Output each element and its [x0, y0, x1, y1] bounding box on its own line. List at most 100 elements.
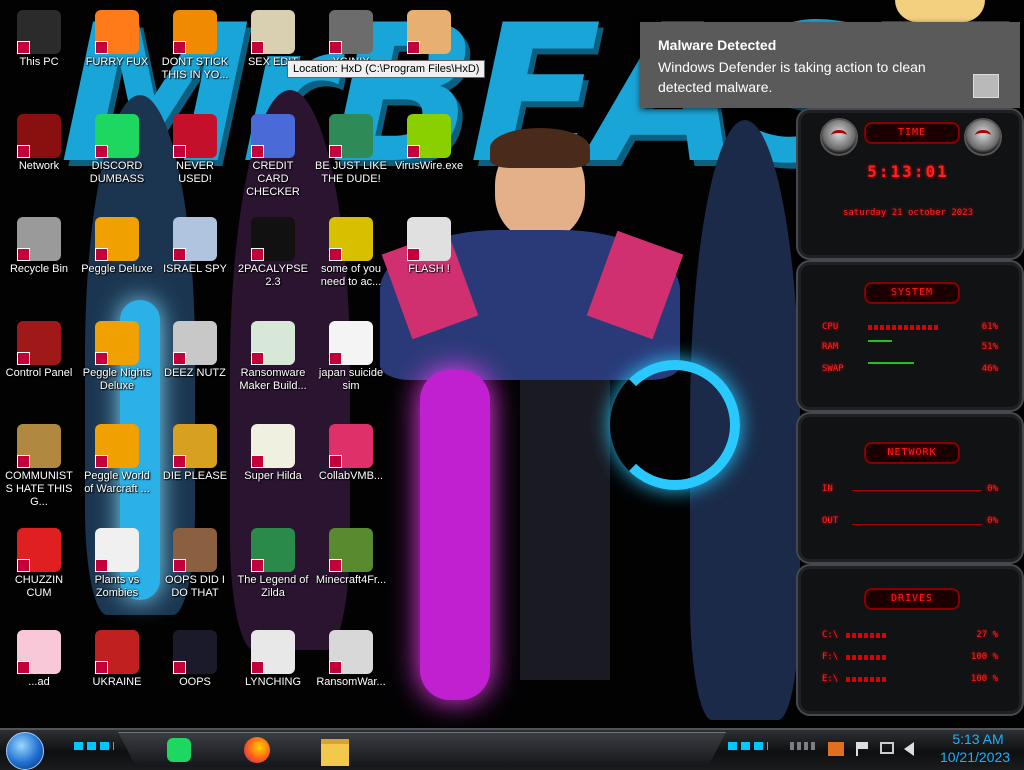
- desktop-icon[interactable]: NEVER USED!: [156, 110, 234, 206]
- desktop-icon-label: ...ad: [28, 676, 50, 688]
- desktop-icon[interactable]: DONT STICK THIS IN YO...: [156, 6, 234, 102]
- desktop-icon[interactable]: The Legend of Zilda: [234, 524, 312, 620]
- gadget-row-label: E:\: [822, 674, 839, 684]
- desktop-icon-label: CREDIT CARD CHECKER: [246, 160, 300, 198]
- taskbar-spotify-icon[interactable]: [162, 733, 196, 767]
- taskbar-firefox-icon[interactable]: [240, 733, 274, 767]
- volume-icon[interactable]: [904, 742, 914, 756]
- malware-notification[interactable]: Malware Detected Windows Defender is tak…: [640, 22, 1020, 108]
- flag-icon[interactable]: [856, 742, 868, 756]
- shortcut-badge-icon: [17, 559, 30, 572]
- desktop-icon-label: FLASH !: [408, 263, 450, 275]
- system-gadget[interactable]: SYSTEM CPU 61% RAM 51% SWAP 46%: [796, 260, 1024, 412]
- firefox-icon: [244, 737, 270, 763]
- desktop-icon[interactable]: Super Hilda: [234, 420, 312, 516]
- avast-icon[interactable]: [828, 742, 844, 756]
- desktop-icon-label: NEVER USED!: [176, 160, 214, 185]
- wallpaper-cartoon-corner: [895, 0, 985, 22]
- desktop-icon[interactable]: Peggle Deluxe: [78, 213, 156, 309]
- show-hidden-icon[interactable]: [790, 742, 816, 750]
- gadget-row-drive-f: F:\ 100 %: [822, 652, 998, 664]
- network-gadget-header: NETWORK: [864, 442, 960, 464]
- drives-gadget[interactable]: DRIVES C:\ 27 % F:\ 100 % E:\ 100 %: [796, 564, 1024, 716]
- desktop-icon[interactable]: ISRAEL SPY: [156, 213, 234, 309]
- taskbar-decoration: [728, 742, 768, 750]
- system-gadget-header: SYSTEM: [864, 282, 960, 304]
- icon-tooltip: Location: HxD (C:\Program Files\HxD): [287, 60, 486, 78]
- desktop-icon[interactable]: 2PACALYPSE 2.3: [234, 213, 312, 309]
- desktop-icon[interactable]: VirusWire.exe: [390, 110, 468, 206]
- desktop-icon[interactable]: XGINIX: [312, 6, 390, 102]
- desktop-icon[interactable]: DIE PLEASE: [156, 420, 234, 516]
- pixel-hero-icon: [251, 528, 295, 572]
- shortcut-badge-icon: [173, 145, 186, 158]
- desktop-icon[interactable]: some of you need to ac...: [312, 213, 390, 309]
- desktop-icon[interactable]: Network: [0, 110, 78, 206]
- desktop-icon[interactable]: FURRY FUX: [78, 6, 156, 102]
- desktop-icon[interactable]: [390, 6, 468, 102]
- desktop-icon[interactable]: Ransomware Maker Build...: [234, 317, 312, 413]
- desktop-icon-label: FURRY FUX: [85, 56, 149, 68]
- peggle-icon: [95, 217, 139, 261]
- desktop-icon[interactable]: This PC: [0, 6, 78, 102]
- desktop-icon[interactable]: Peggle World of Warcraft ...: [78, 420, 156, 516]
- desktop-icon[interactable]: ...ad: [0, 626, 78, 722]
- desktop-icon-label: OOPS DID I DO THAT: [165, 574, 225, 599]
- shortcut-badge-icon: [329, 41, 342, 54]
- desktop-icon[interactable]: BE JUST LIKE THE DUDE!: [312, 110, 390, 206]
- gadget-row-drive-c: C:\ 27 %: [822, 630, 998, 642]
- shortcut-badge-icon: [329, 455, 342, 468]
- beaver-icon: [329, 217, 373, 261]
- network-gadget[interactable]: NETWORK IN 0% OUT 0%: [796, 412, 1024, 564]
- desktop-icon[interactable]: OOPS DID I DO THAT: [156, 524, 234, 620]
- desktop-icon[interactable]: CHUZZIN CUM: [0, 524, 78, 620]
- desktop-icon[interactable]: LYNCHING: [234, 626, 312, 722]
- desktop-icon-label: CHUZZIN CUM: [14, 574, 64, 599]
- clock-date[interactable]: 10/21/2023: [930, 749, 1020, 765]
- peggle-wow-icon: [95, 424, 139, 468]
- gadget-row-label: CPU: [822, 322, 839, 332]
- gadget-row-label: RAM: [822, 342, 839, 352]
- desktop-icon[interactable]: Control Panel: [0, 317, 78, 413]
- desktop-icon[interactable]: SEX EDIT: [234, 6, 312, 102]
- taskbar: 5:13 AM 10/21/2023: [0, 728, 1024, 770]
- desktop-icon[interactable]: DEEZ NUTZ: [156, 317, 234, 413]
- gadget-row-value: 61%: [981, 322, 998, 332]
- shortcut-badge-icon: [17, 248, 30, 261]
- desktop-icon[interactable]: COMMUNISTS HATE THIS G...: [0, 420, 78, 516]
- time-gadget[interactable]: TIME 5:13:01 saturday 21 october 2023: [796, 108, 1024, 260]
- desktop-icon[interactable]: Recycle Bin: [0, 213, 78, 309]
- radiation-icon: [95, 630, 139, 674]
- skull-icon: [329, 630, 373, 674]
- taskbar-file-explorer-icon[interactable]: [318, 733, 352, 767]
- desktop-icon[interactable]: CollabVMB...: [312, 420, 390, 516]
- shortcut-badge-icon: [173, 661, 186, 674]
- desktop-icon[interactable]: FLASH !: [390, 213, 468, 309]
- drives-gadget-header: DRIVES: [864, 588, 960, 610]
- painting-icon: [173, 528, 217, 572]
- desktop-icon-label: Plants vs Zombies: [94, 574, 140, 599]
- editor-icon: [251, 10, 295, 54]
- desktop-icon[interactable]: Peggle Nights Deluxe: [78, 317, 156, 413]
- window-app-icon: [251, 321, 295, 365]
- desktop-icon-label: Super Hilda: [244, 470, 302, 482]
- desktop-icon[interactable]: CREDIT CARD CHECKER: [234, 110, 312, 206]
- desktop-icon[interactable]: DISCORD DUMBASS: [78, 110, 156, 206]
- network-icon[interactable]: [880, 742, 894, 754]
- network-icon: [17, 114, 61, 158]
- shortcut-badge-icon: [17, 41, 30, 54]
- desktop-icon[interactable]: RansomWar...: [312, 626, 390, 722]
- chuzzle-icon: [17, 528, 61, 572]
- desktop-icon[interactable]: Plants vs Zombies: [78, 524, 156, 620]
- desktop-icon[interactable]: UKRAINE: [78, 626, 156, 722]
- desktop-icon[interactable]: japan suicide sim: [312, 317, 390, 413]
- desktop-icon[interactable]: OOPS: [156, 626, 234, 722]
- windows-orb-icon[interactable]: [6, 732, 44, 770]
- hex-editor-icon: [329, 10, 373, 54]
- desktop-icon[interactable]: Minecraft4Fr...: [312, 524, 390, 620]
- desktop-icon-label: The Legend of Zilda: [237, 574, 309, 599]
- drive-usage-bar: [846, 633, 886, 638]
- shortcut-badge-icon: [173, 455, 186, 468]
- windows-stack-icon: [173, 321, 217, 365]
- clock-time[interactable]: 5:13 AM: [938, 731, 1018, 747]
